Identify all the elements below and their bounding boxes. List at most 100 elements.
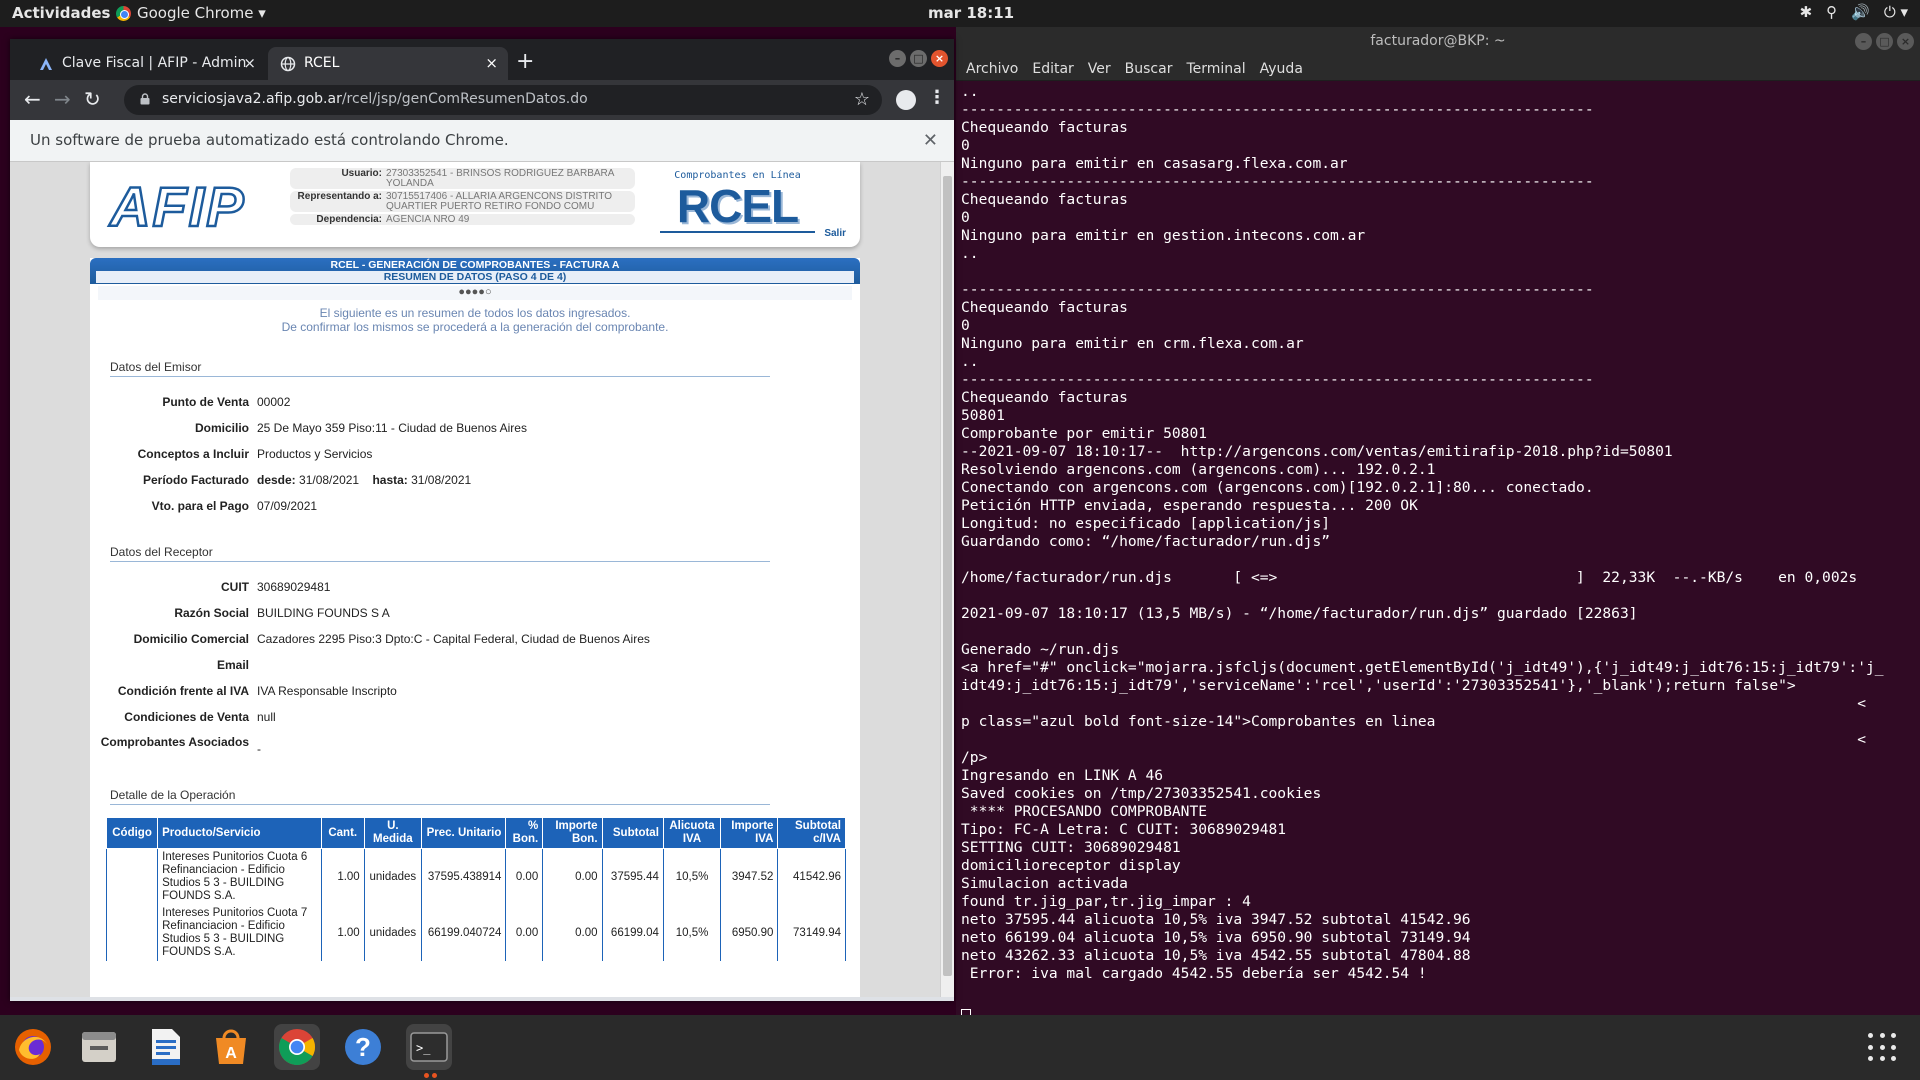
page-title-line2: RESUMEN DE DATOS (PASO 4 DE 4) <box>96 271 854 283</box>
tab-label: RCEL <box>304 55 340 71</box>
page-scrollbar[interactable] <box>940 162 954 997</box>
terminal-icon[interactable]: >_ <box>406 1024 452 1070</box>
intro-line2: De confirmar los mismos se procederá a l… <box>281 320 669 334</box>
clock[interactable]: mar 18:11 <box>928 4 1014 22</box>
page-title: RCEL - GENERACIÓN DE COMPROBANTES - FACT… <box>90 258 860 284</box>
help-icon[interactable]: ? <box>340 1024 386 1070</box>
rcel-wordmark: RCEL <box>660 181 815 233</box>
afip-favicon-icon <box>40 58 52 70</box>
menu-ayuda[interactable]: Ayuda <box>1260 61 1303 77</box>
domicilio-emisor-label: Domicilio <box>194 421 249 435</box>
menu-terminal[interactable]: Terminal <box>1186 61 1245 77</box>
close-infobar-icon[interactable]: ✕ <box>923 130 938 151</box>
close-icon[interactable]: × <box>1897 33 1914 50</box>
cell-medida: unidades <box>363 848 422 905</box>
lock-icon <box>140 93 150 105</box>
close-tab-icon[interactable]: × <box>243 54 256 72</box>
terminal-menubar: Archivo Editar Ver Buscar Terminal Ayuda <box>956 57 1920 81</box>
terminal-titlebar[interactable]: facturador@BKP: ~ – □ × <box>956 27 1920 57</box>
email-label: Email <box>216 658 249 672</box>
software-icon[interactable]: A <box>208 1024 254 1070</box>
menu-editar[interactable]: Editar <box>1032 61 1073 77</box>
col-subtotal-iva: Subtotal c/IVA <box>777 817 846 849</box>
domicilio-emisor-value: 25 De Mayo 359 Piso:11 - Ciudad de Bueno… <box>257 421 527 435</box>
condicion-iva-label: Condición frente al IVA <box>117 684 249 698</box>
cell-importe-bon: 0.00 <box>542 905 603 961</box>
terminal-window: facturador@BKP: ~ – □ × Archivo Editar V… <box>956 27 1920 1026</box>
address-bar[interactable]: serviciosjava2.afip.gob.ar/rcel/jsp/genC… <box>124 85 882 115</box>
cell-importe-iva: 6950.90 <box>720 905 779 961</box>
cell-producto: Intereses Punitorios Cuota 7 Refinanciac… <box>157 905 322 961</box>
terminal-output[interactable]: .. -------------------------------------… <box>961 83 1911 983</box>
user-info: Usuario: 27303352541 - BRINSOS RODRIGUEZ … <box>290 168 635 227</box>
cell-precio: 37595.438914 <box>420 848 507 905</box>
terminal-glyph: >_ <box>410 1032 448 1062</box>
afip-header: AFIP Usuario: 27303352541 - BRINSOS RODRI… <box>90 162 860 247</box>
close-icon[interactable]: × <box>931 50 948 67</box>
cell-medida: unidades <box>363 905 422 961</box>
emisor-section-title: Datos del Emisor <box>110 360 770 377</box>
dependencia-value: AGENCIA NRO 49 <box>386 214 470 225</box>
domicilio-comercial-label: Domicilio Comercial <box>133 632 249 646</box>
url-host: serviciosjava2.afip.gob.ar <box>162 91 342 107</box>
svg-text:A: A <box>225 1045 237 1062</box>
chrome-menu-icon[interactable]: ⋮ <box>928 87 946 108</box>
firefox-icon[interactable] <box>10 1024 56 1070</box>
minimize-icon[interactable]: – <box>889 50 906 67</box>
activities-button[interactable]: Actividades <box>12 4 110 22</box>
help-question-mark: ? <box>355 1032 371 1062</box>
cell-precio: 66199.040724 <box>420 905 507 961</box>
cell-cant: 1.00 <box>320 848 365 905</box>
minimize-icon[interactable]: – <box>1855 33 1872 50</box>
col-codigo: Código <box>105 817 159 849</box>
salir-link[interactable]: Salir <box>824 228 846 239</box>
vto-label: Vto. para el Pago <box>151 499 249 513</box>
menu-buscar[interactable]: Buscar <box>1125 61 1173 77</box>
bookmark-star-icon[interactable]: ☆ <box>854 89 870 110</box>
rcel-logo: Comprobantes en Línea RCEL <box>660 170 815 233</box>
cell-bon: 0.00 <box>505 905 544 961</box>
cell-bon: 0.00 <box>505 848 544 905</box>
dependencia-label: Dependencia: <box>316 214 382 225</box>
representando-value: 30715517406 - ALLARIA ARGENCONS DISTRITO… <box>386 191 613 212</box>
close-tab-icon[interactable]: × <box>485 54 498 72</box>
maximize-icon[interactable]: □ <box>1876 33 1893 50</box>
reload-icon[interactable]: ↻ <box>84 87 101 111</box>
menu-archivo[interactable]: Archivo <box>966 61 1018 77</box>
col-importe-bon: Importe Bon. <box>542 817 603 849</box>
show-applications-icon[interactable] <box>1868 1033 1898 1063</box>
new-tab-icon[interactable]: + <box>516 49 534 74</box>
condiciones-venta-label: Condiciones de Venta <box>124 710 249 724</box>
files-icon[interactable] <box>76 1024 122 1070</box>
terminal-prompt-glyph: >_ <box>416 1041 431 1055</box>
cell-subtotal: 66199.04 <box>601 905 664 961</box>
automation-infobar: Un software de prueba automatizado está … <box>10 120 954 162</box>
detalle-table: Código Producto/Servicio Cant. U. Medida… <box>105 817 846 961</box>
tab-clave-fiscal[interactable]: Clave Fiscal | AFIP - Admin × <box>26 47 266 80</box>
profile-avatar-icon[interactable] <box>896 90 916 110</box>
page-viewport[interactable]: AFIP Usuario: 27303352541 - BRINSOS RODRI… <box>10 162 954 997</box>
punto-venta-label: Punto de Venta <box>162 395 249 409</box>
usuario-label: Usuario: <box>341 168 382 179</box>
chrome-icon[interactable] <box>274 1024 320 1070</box>
back-icon[interactable]: ← <box>24 87 41 111</box>
domicilio-comercial-value: Cazadores 2295 Piso:3 Dpto:C - Capital F… <box>257 632 650 646</box>
app-menu[interactable]: Google Chrome ▾ <box>116 4 266 22</box>
desde-label: desde: <box>257 473 296 487</box>
chrome-icon <box>116 5 131 21</box>
cell-alicuota: 10,5% <box>662 848 722 905</box>
menu-ver[interactable]: Ver <box>1088 61 1111 77</box>
writer-glyph <box>152 1029 180 1065</box>
forward-icon[interactable]: → <box>54 87 71 111</box>
system-tray[interactable]: ✱ ⚲ 🔊 ⏻ ▾ <box>1800 3 1908 21</box>
detalle-section-title: Detalle de la Operación <box>110 788 770 805</box>
col-cant: Cant. <box>320 817 365 849</box>
scrollbar-thumb[interactable] <box>943 176 952 976</box>
cell-codigo <box>105 905 159 961</box>
tab-rcel[interactable]: RCEL × <box>268 47 508 80</box>
maximize-icon[interactable]: □ <box>910 50 927 67</box>
cell-producto: Intereses Punitorios Cuota 6 Refinanciac… <box>157 848 322 905</box>
cell-cant: 1.00 <box>320 905 365 961</box>
writer-icon[interactable] <box>142 1024 188 1070</box>
receptor-section-title: Datos del Receptor <box>110 545 770 562</box>
